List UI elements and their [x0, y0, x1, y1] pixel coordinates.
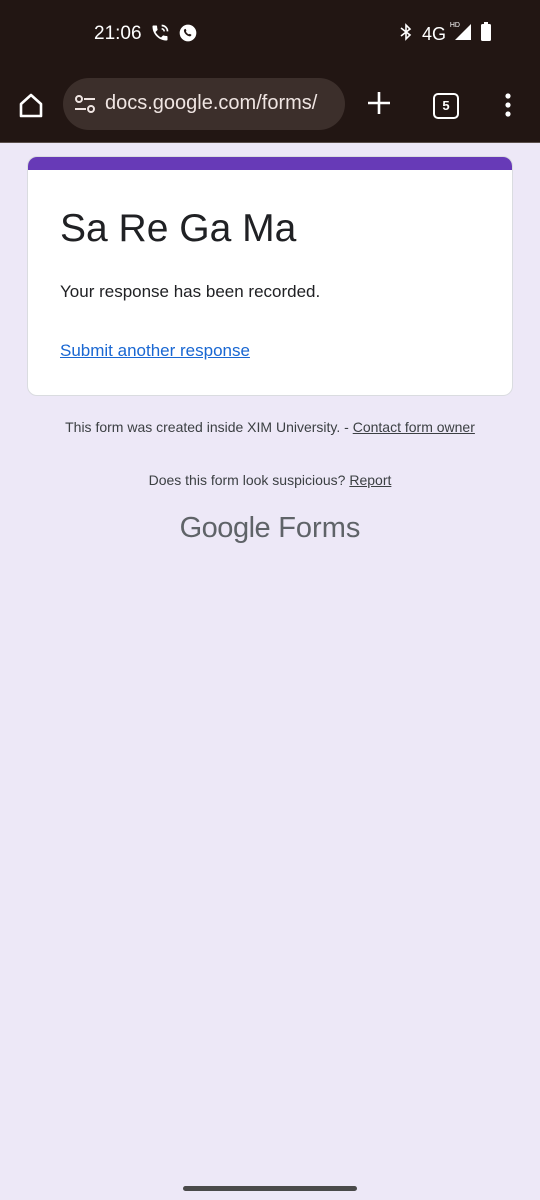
wifi-calling-icon: [150, 23, 170, 48]
form-accent-bar: [28, 157, 512, 170]
network-label: 4G: [421, 24, 446, 44]
home-icon[interactable]: [16, 90, 46, 120]
new-tab-icon[interactable]: [366, 90, 392, 121]
status-time: 21:06: [94, 23, 142, 44]
suspicious-notice: Does this form look suspicious? Report: [40, 471, 500, 490]
whatsapp-icon: [178, 23, 198, 48]
hd-badge: HD: [449, 22, 460, 29]
submit-another-response-link[interactable]: Submit another response: [60, 341, 250, 361]
confirmation-message: Your response has been recorded.: [60, 282, 321, 301]
more-vert-icon[interactable]: [500, 92, 516, 123]
form-confirmation-card: Sa Re Ga Ma Your response has been recor…: [27, 156, 513, 396]
brand-forms: Forms: [278, 512, 361, 544]
url-text[interactable]: docs.google.com/forms/: [105, 92, 337, 115]
gesture-nav-handle[interactable]: [183, 1186, 357, 1191]
report-link[interactable]: Report: [349, 472, 391, 488]
brand-google: Google: [179, 512, 271, 544]
contact-form-owner-link[interactable]: Contact form owner: [353, 419, 475, 435]
tune-icon[interactable]: [73, 93, 97, 120]
google-forms-logo[interactable]: Google Forms: [0, 512, 540, 545]
form-created-notice: This form was created inside XIM Univers…: [40, 418, 500, 437]
form-title: Sa Re Ga Ma: [60, 207, 297, 250]
browser-toolbar: docs.google.com/forms/ 5: [0, 66, 540, 143]
bluetooth-icon: [398, 23, 414, 46]
created-text: This form was created inside XIM Univers…: [65, 419, 353, 435]
status-bar: 21:06 4G HD: [0, 0, 540, 66]
tab-switcher-button[interactable]: 5: [433, 93, 459, 119]
battery-icon: [480, 22, 492, 47]
address-bar[interactable]: docs.google.com/forms/: [63, 78, 345, 130]
suspicious-text: Does this form look suspicious?: [148, 472, 350, 488]
